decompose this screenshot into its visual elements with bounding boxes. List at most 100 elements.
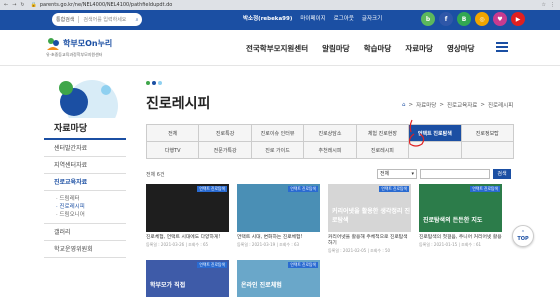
sns-link-4[interactable]: ♥ [493, 12, 507, 26]
list-item[interactable]: 언택트 진로탐색학부모가 직접 [146, 260, 229, 297]
tab-8[interactable]: 전문가특강 [199, 142, 252, 159]
logout-link[interactable]: 로그아웃 [334, 14, 354, 22]
search-input[interactable]: 검색어를 입력하세요 [79, 16, 132, 23]
gnb-video[interactable]: 영상마당 [447, 43, 475, 54]
card-badge: 언택트 진로탐색 [288, 186, 318, 192]
sidebar-item-regional-materials[interactable]: 지역센터자료 [44, 157, 126, 174]
card-meta: 등록일 : 2021-02-05 | 조회수 : 50 [328, 248, 391, 253]
breadcrumb-3[interactable]: 진로레시피 [488, 101, 513, 109]
list-item[interactable]: 언택트 진로탐색 커리어넷을 활용한 생각정리 진로탐색커리어넷을 활용해 주체적… [328, 184, 411, 254]
card-meta: 등록일 : 2021-03-26 | 조회수 : 65 [146, 242, 209, 247]
list-item[interactable]: 언택트 진로탐색진로체험, 언택트 시대에도 다양하게! 등록일 : 2021-0… [146, 184, 229, 254]
tab-3[interactable]: 진로상담소 [304, 125, 357, 142]
forward-icon[interactable]: → [12, 2, 16, 8]
sns-link-0[interactable]: b [421, 12, 435, 26]
card-headline: 진로탐색의 든든한 지도 [423, 217, 483, 224]
sidebar-item-school-committee[interactable]: 학교운영위원회 [44, 241, 126, 258]
card-badge: 언택트 진로탐색 [288, 262, 318, 268]
search-button[interactable]: 검색 [493, 169, 511, 179]
list-item[interactable]: 언택트 진로탐색온라인 진로체험 [237, 260, 320, 297]
tab-9[interactable]: 진로 가이드 [251, 142, 305, 159]
list-item[interactable]: 언택트 진로탐색진로탐색의 든든한 지도진로탐색의 첫걸음, 주니어 커리어넷 … [419, 184, 502, 254]
search-icon[interactable]: ⌕ [132, 17, 142, 23]
back-icon[interactable]: ← [4, 2, 8, 8]
search-scope-select[interactable]: 통합검색 [52, 16, 80, 23]
sns-link-1[interactable]: f [439, 12, 453, 26]
result-count: 전체 6건 [146, 172, 165, 178]
page-title: 진로레시피 [146, 96, 211, 112]
site-logo[interactable]: 학부모On누리 유·초중등교육과정학부모지원센터 [46, 36, 113, 57]
card-thumbnail[interactable]: 언택트 진로탐색 [237, 184, 320, 232]
chevron-down-icon: ▾ [411, 171, 414, 177]
card-badge: 언택트 진로탐색 [379, 186, 409, 192]
font-size-link[interactable]: 글자크기 [362, 14, 382, 22]
card-thumbnail[interactable]: 언택트 진로탐색온라인 진로체험 [237, 260, 320, 297]
gnb-national-center[interactable]: 전국학부모지원센터 [246, 43, 308, 54]
user-name: 박소정(rebeka99) [243, 16, 293, 22]
sidebar-item-gallery[interactable]: 갤러리 [44, 224, 126, 241]
title-dots [146, 81, 162, 85]
card-title[interactable]: 언택트 시대, 변화하는 진로체험! [237, 235, 320, 241]
card-title[interactable]: 진로체험, 언택트 시대에도 다양하게! [146, 235, 229, 241]
gnb-notice[interactable]: 알림마당 [322, 43, 350, 54]
browser-toolbar: ← → ↻ 🔒 parents.go.kr/ne/NEL4000/NEL4100… [0, 0, 560, 10]
tab-11[interactable]: 진로레시피 [356, 142, 410, 159]
tab-4[interactable]: 체험 진로현장 [356, 125, 410, 142]
breadcrumb-1[interactable]: 자료마당 [416, 101, 436, 109]
sidebar-item-center-publications[interactable]: 센터발간자료 [44, 140, 126, 157]
menu-icon[interactable]: ⋮ [550, 2, 555, 8]
sidebar-sub-dream-onier[interactable]: · 드림오니어 [44, 211, 126, 219]
hamburger-menu-icon[interactable] [496, 42, 508, 52]
url-text: parents.go.kr/ne/NEL4000/NEL4100/pathfie… [39, 2, 173, 8]
mypage-link[interactable]: 마이페이지 [300, 14, 325, 22]
card-badge: 언택트 진로탐색 [470, 186, 500, 192]
breadcrumb: ⌂ > 자료마당 > 진로교육자료 > 진로레시피 [402, 101, 514, 109]
logo-icon [46, 36, 60, 50]
tab-0[interactable]: 전체 [147, 125, 200, 142]
card-badge: 언택트 진로탐색 [197, 262, 227, 268]
gnb-resources[interactable]: 자료마당 [405, 43, 433, 54]
card-title[interactable]: 진로탐색의 첫걸음, 주니어 커리어넷 활용 [419, 235, 502, 241]
home-icon[interactable]: ⌂ [402, 102, 406, 108]
card-thumbnail[interactable]: 언택트 진로탐색학부모가 직접 [146, 260, 229, 297]
sidebar-item-career-materials[interactable]: 진로교육자료 [44, 174, 126, 191]
sidebar: 자료마당 센터발간자료 지역센터자료 진로교육자료 · 드림레터 · 진로레시피… [44, 118, 126, 258]
card-badge: 언택트 진로탐색 [197, 186, 227, 192]
logo-subtitle: 유·초중등교육과정학부모지원센터 [46, 52, 103, 57]
card-thumbnail[interactable]: 언택트 진로탐색 커리어넷을 활용한 생각정리 진로탐색 [328, 184, 411, 232]
tab-13 [461, 142, 514, 159]
top-search[interactable]: 통합검색 검색어를 입력하세요 ⌕ [52, 13, 142, 26]
main-navigation: 전국학부모지원센터 알림마당 학습마당 자료마당 영상마당 [246, 43, 475, 54]
tab-1[interactable]: 진로특강 [199, 125, 252, 142]
card-title[interactable]: 커리어넷을 활용해 주체적으로 진로탐색하기 [328, 235, 411, 247]
card-grid: 언택트 진로탐색 진로체험, 언택트 시대에도 다양하게! 등록일 : 2021-0… [146, 184, 526, 297]
scroll-top-button[interactable]: ⌃ TOP [512, 225, 534, 247]
card-headline: 온라인 진로체험 [241, 282, 282, 289]
sidebar-sub-dream-letter[interactable]: · 드림레터 [44, 195, 126, 203]
filter-select[interactable]: 전체 ▾ [377, 169, 417, 179]
card-meta: 등록일 : 2021-01-15 | 조회수 : 61 [419, 242, 482, 247]
list-filter: 전체 ▾ 검색 [377, 169, 511, 179]
tab-2[interactable]: 진로이슈 인터뷰 [251, 125, 305, 142]
card-thumbnail[interactable]: 언택트 진로탐색진로탐색의 든든한 지도 [419, 184, 502, 232]
sns-links: b f B ◎ ♥ ▶ [421, 12, 525, 26]
sidebar-sub-career-recipe[interactable]: · 진로레시피 [44, 203, 126, 211]
star-icon[interactable]: ☆ [542, 2, 546, 8]
tab-6[interactable]: 진로정보탑 [461, 125, 514, 142]
gnb-learning[interactable]: 학습마당 [364, 43, 392, 54]
list-item[interactable]: 언택트 진로탐색 언택트 시대, 변화하는 진로체험! 등록일 : 2021-03-… [237, 184, 320, 254]
filter-input[interactable] [420, 169, 490, 179]
logo-text: 학부모On누리 [63, 38, 113, 48]
address-bar[interactable]: 🔒 parents.go.kr/ne/NEL4000/NEL4100/pathf… [31, 2, 173, 8]
sns-link-5[interactable]: ▶ [511, 12, 525, 26]
sns-link-3[interactable]: ◎ [475, 12, 489, 26]
card-thumbnail[interactable]: 언택트 진로탐색 [146, 184, 229, 232]
tab-7[interactable]: 다행TV [147, 142, 200, 159]
card-headline: 학부모가 직접 [150, 282, 186, 289]
sidebar-title: 자료마당 [44, 118, 126, 140]
sns-link-2[interactable]: B [457, 12, 471, 26]
tab-10[interactable]: 추천레시피 [304, 142, 357, 159]
reload-icon[interactable]: ↻ [20, 2, 24, 8]
sidebar-submenu: · 드림레터 · 진로레시피 · 드림오니어 [44, 191, 126, 224]
breadcrumb-2[interactable]: 진로교육자료 [447, 101, 477, 109]
